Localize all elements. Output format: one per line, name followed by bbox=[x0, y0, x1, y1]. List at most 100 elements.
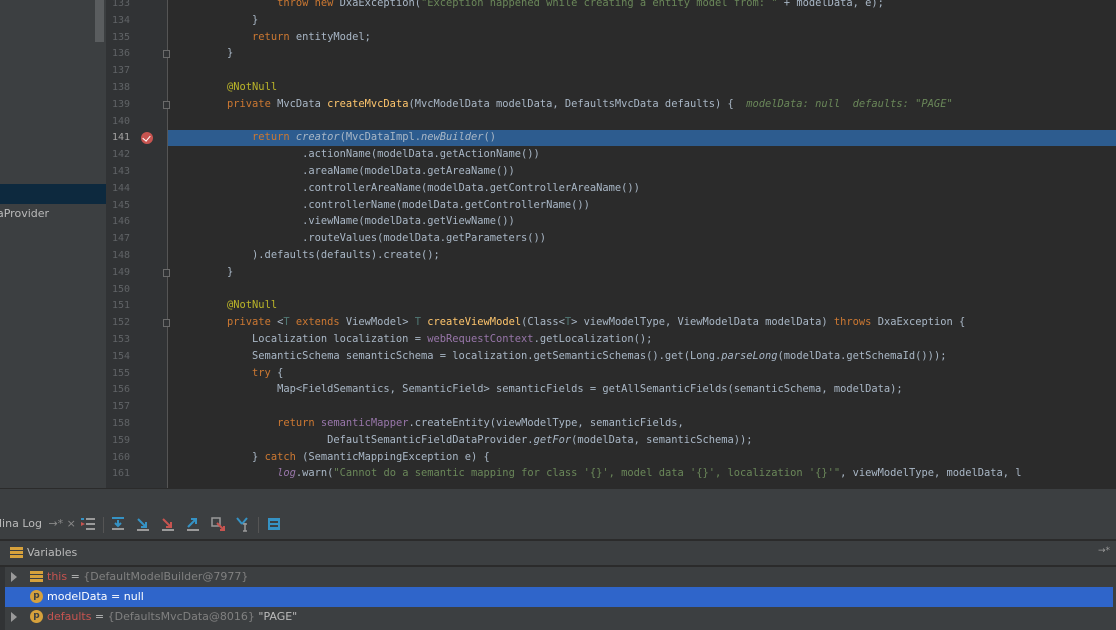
variable-value: {DefaultsMvcData@8016} bbox=[107, 610, 255, 623]
code-token: createViewModel bbox=[427, 316, 522, 329]
code-line[interactable]: } catch (SemanticMappingException e) { bbox=[202, 449, 490, 466]
code-line[interactable]: return semanticMapper.createEntity(viewM… bbox=[202, 415, 684, 432]
code-token: log bbox=[277, 467, 296, 480]
line-number: 143 bbox=[111, 166, 130, 177]
expand-arrow-icon[interactable] bbox=[11, 612, 17, 622]
object-icon bbox=[30, 571, 43, 582]
code-token: "Cannot do a semantic mapping for class … bbox=[333, 467, 841, 480]
variable-value: {DefaultModelBuilder@7977} bbox=[83, 570, 249, 583]
tab-log[interactable]: lina Log →* × bbox=[0, 517, 76, 530]
code-token: , viewModelType, modelData, l bbox=[840, 467, 1022, 480]
line-number: 148 bbox=[111, 250, 130, 261]
code-token: Map<FieldSemantics, SemanticField> seman… bbox=[202, 383, 903, 396]
evaluate-expression-icon[interactable] bbox=[266, 516, 282, 532]
code-token: parseLong bbox=[721, 349, 778, 362]
toolbar-separator bbox=[103, 517, 104, 533]
variable-name: this bbox=[47, 570, 68, 583]
code-line[interactable]: private MvcData createMvcData(MvcModelDa… bbox=[202, 96, 953, 113]
code-line[interactable]: } bbox=[202, 264, 233, 281]
run-to-cursor-icon[interactable] bbox=[235, 516, 251, 532]
line-number: 141 bbox=[111, 132, 130, 144]
code-editor[interactable]: throw new DxaException("Exception happen… bbox=[168, 0, 1116, 488]
line-number: 135 bbox=[111, 31, 130, 43]
line-number: 142 bbox=[111, 149, 130, 161]
code-token: T bbox=[283, 316, 296, 329]
code-line[interactable]: .viewName(modelData.getViewName()) bbox=[202, 213, 515, 230]
line-number: 154 bbox=[111, 350, 130, 362]
variable-string-value: "PAGE" bbox=[254, 610, 298, 623]
fold-marker-icon[interactable] bbox=[163, 100, 170, 109]
line-number: 149 bbox=[111, 266, 130, 278]
code-token: .viewName(modelData.getViewName()) bbox=[202, 215, 515, 228]
code-token: private bbox=[227, 316, 278, 329]
code-token: extends bbox=[295, 316, 346, 329]
fold-marker-icon[interactable] bbox=[163, 50, 170, 59]
line-number: 155 bbox=[111, 367, 130, 379]
code-token: semanticMapper bbox=[320, 417, 409, 429]
code-token: (Class< bbox=[521, 316, 565, 329]
code-token: T bbox=[414, 316, 428, 329]
tab-log-label: lina Log bbox=[0, 517, 42, 530]
variable-row-modelData[interactable]: p modelData = null bbox=[5, 587, 1113, 607]
code-line[interactable]: @NotNull bbox=[202, 79, 277, 96]
code-token: + modelData, e); bbox=[777, 0, 884, 9]
code-token: "Exception happened while creating a ent… bbox=[420, 0, 778, 9]
tab-log-close[interactable]: →* × bbox=[48, 517, 75, 530]
step-into-icon[interactable] bbox=[135, 516, 151, 532]
code-line[interactable]: .controllerName(modelData.getControllerN… bbox=[202, 197, 590, 214]
code-token: .areaName(modelData.getAreaName()) bbox=[202, 165, 515, 177]
code-line[interactable]: SemanticSchema semanticSchema = localiza… bbox=[202, 348, 946, 365]
code-token: .actionName(modelData.getActionName()) bbox=[202, 148, 540, 161]
force-step-into-icon[interactable] bbox=[160, 516, 176, 532]
line-number: 160 bbox=[111, 451, 130, 463]
code-line[interactable]: .controllerAreaName(modelData.getControl… bbox=[202, 180, 640, 197]
fold-marker-icon[interactable] bbox=[163, 319, 170, 328]
code-token: (modelData.getSchemaId())); bbox=[777, 349, 947, 362]
fold-marker-icon[interactable] bbox=[163, 268, 170, 277]
debug-tool-window-header bbox=[0, 488, 1116, 512]
project-tree-scrollbar[interactable] bbox=[95, 0, 104, 42]
code-line[interactable]: @NotNull bbox=[202, 297, 277, 314]
code-line[interactable]: try { bbox=[202, 365, 283, 382]
code-line[interactable]: throw new DxaException("Exception happen… bbox=[202, 0, 884, 12]
code-line[interactable]: DefaultSemanticFieldDataProvider.getFor(… bbox=[202, 432, 752, 449]
pin-icon[interactable]: →* bbox=[1098, 546, 1110, 556]
code-line[interactable]: return creator(MvcDataImpl.newBuilder() bbox=[202, 129, 496, 146]
line-number: 138 bbox=[111, 82, 130, 93]
code-line[interactable]: log.warn("Cannot do a semantic mapping f… bbox=[202, 465, 1022, 482]
line-number: 152 bbox=[111, 317, 130, 329]
variable-row-this[interactable]: this = {DefaultModelBuilder@7977} bbox=[5, 567, 1113, 587]
line-number: 150 bbox=[111, 283, 130, 295]
code-line[interactable]: .areaName(modelData.getAreaName()) bbox=[202, 163, 515, 180]
code-line[interactable]: Map<FieldSemantics, SemanticField> seman… bbox=[202, 381, 903, 398]
drop-frame-icon[interactable] bbox=[210, 516, 226, 532]
step-out-icon[interactable] bbox=[185, 516, 201, 532]
code-line[interactable]: private <T extends ViewModel> T createVi… bbox=[202, 314, 965, 331]
show-execution-point-icon[interactable] bbox=[80, 516, 96, 532]
code-token: webRequestContext bbox=[427, 333, 534, 345]
project-tree-selected-row[interactable] bbox=[0, 184, 106, 204]
code-line[interactable]: } bbox=[202, 12, 258, 29]
code-line[interactable]: return entityModel; bbox=[202, 29, 371, 46]
code-token: entityModel; bbox=[295, 30, 371, 43]
code-line[interactable]: .routeValues(modelData.getParameters()) bbox=[202, 230, 546, 247]
code-line[interactable]: Localization localization = webRequestCo… bbox=[202, 331, 652, 348]
step-over-icon[interactable] bbox=[110, 516, 126, 532]
variable-text: this = {DefaultModelBuilder@7977} bbox=[47, 570, 248, 583]
debug-toolbar: lina Log →* × bbox=[0, 511, 1116, 540]
code-line[interactable]: .actionName(modelData.getActionName()) bbox=[202, 146, 540, 163]
code-line[interactable]: ).defaults(defaults).create(); bbox=[202, 247, 440, 264]
variables-panel-header: Variables →* bbox=[0, 541, 1116, 566]
project-tree-item[interactable]: aProvider bbox=[0, 207, 49, 220]
expand-arrow-icon[interactable] bbox=[11, 572, 17, 582]
code-token: > viewModelType, ViewModelData modelData… bbox=[571, 316, 834, 329]
code-token: return bbox=[252, 131, 296, 144]
code-token: DxaException { bbox=[877, 316, 966, 329]
variable-row-defaults[interactable]: p defaults = {DefaultsMvcData@8016} "PAG… bbox=[5, 607, 1113, 627]
code-line[interactable]: } bbox=[202, 45, 233, 62]
variable-equals: = bbox=[107, 590, 124, 603]
code-token: return bbox=[277, 417, 321, 429]
